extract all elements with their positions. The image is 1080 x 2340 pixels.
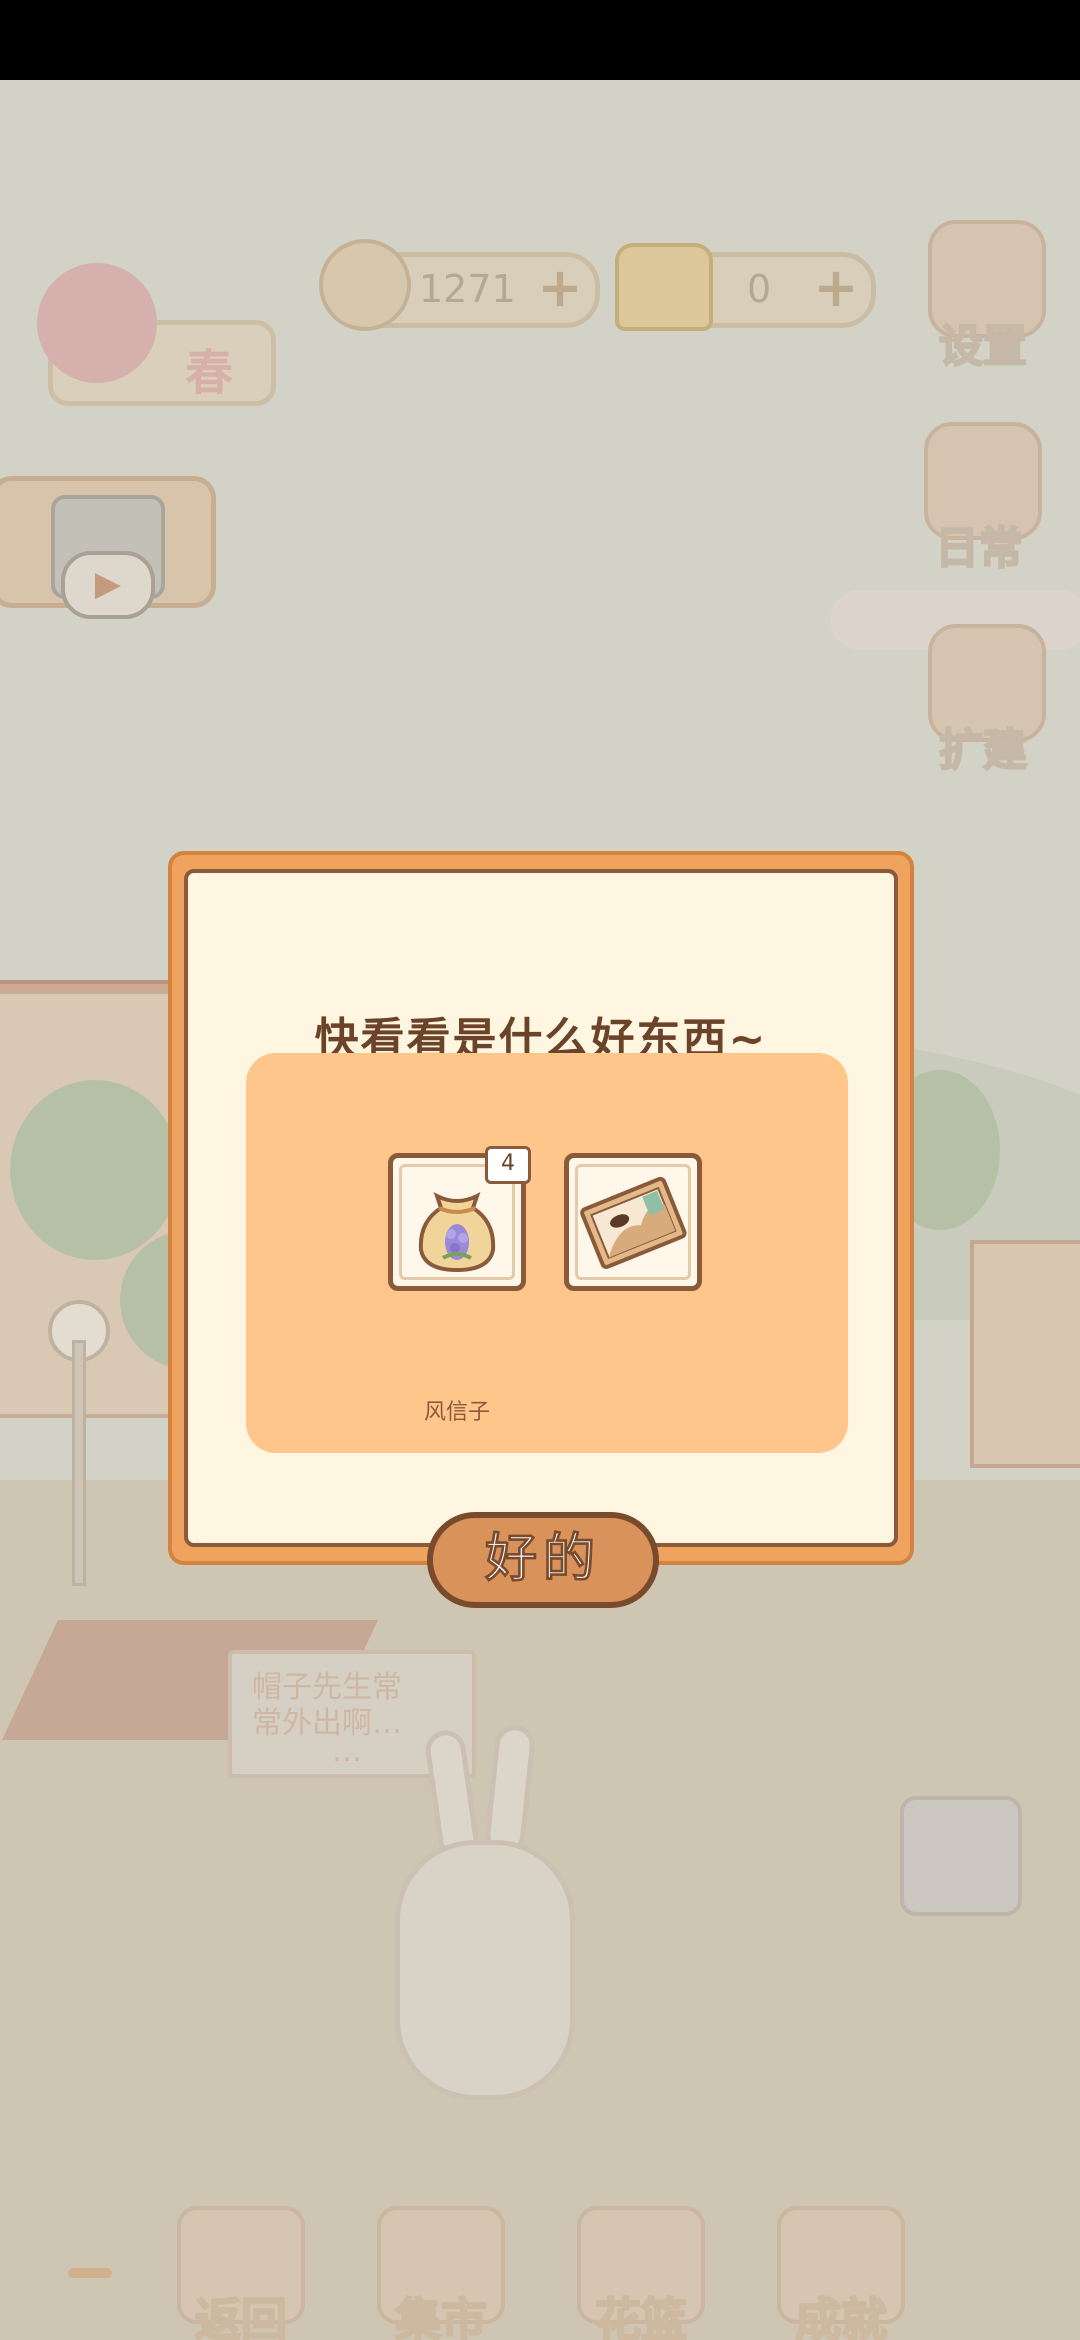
nav-market-label: 集市 [394, 2292, 488, 2340]
expand-button[interactable]: 扩建 [928, 624, 1046, 778]
nav-back[interactable]: 返回 [176, 2206, 306, 2340]
house-right [970, 1240, 1080, 1468]
play-icon: ▶ [61, 551, 155, 619]
cheese-currency: 0 + [615, 243, 876, 331]
blossom-tree-icon [37, 263, 157, 383]
settings-label: 设置 [938, 320, 1028, 373]
season-label: 春 [185, 345, 234, 401]
item-count-badge: 4 [485, 1146, 531, 1184]
season-indicator[interactable]: 春 [37, 263, 276, 406]
bag-video-button[interactable]: ▶ [0, 476, 216, 619]
reward-dialog: 快看看是什么好东西~ 4 风信子 [168, 851, 914, 1565]
reward-item-hyacinth[interactable]: 4 风信子 [388, 1146, 531, 1425]
ok-button[interactable]: 好的 [427, 1512, 659, 1608]
nav-achievement[interactable]: 成就 [776, 2206, 906, 2340]
expand-label: 扩建 [938, 724, 1028, 777]
street-lamp-pole [72, 1340, 86, 1586]
daily-label: 日常 [934, 522, 1024, 575]
speech-line: … [332, 1734, 362, 1769]
status-bar [0, 0, 1080, 80]
reward-item-picture[interactable] [564, 1153, 702, 1291]
bunny-character[interactable] [395, 1840, 575, 2100]
fish-count: 1271 [419, 267, 516, 311]
nav-collapse-handle[interactable] [68, 2268, 112, 2278]
settings-button[interactable]: 设置 [928, 220, 1046, 374]
nav-market[interactable]: 集市 [376, 2206, 506, 2340]
mountain-map-button[interactable] [900, 1796, 1022, 1916]
nav-basket[interactable]: 花篮 [576, 2206, 706, 2340]
picture-card-icon [580, 1176, 687, 1269]
reward-items-panel: 4 风信子 [246, 1053, 848, 1453]
nav-achievement-label: 成就 [794, 2292, 888, 2340]
tree [10, 1080, 180, 1260]
daily-button[interactable]: 日常 [924, 422, 1042, 576]
speech-line: 常外出啊… [252, 1706, 402, 1741]
nav-basket-label: 花篮 [594, 2292, 688, 2340]
item-label: 风信子 [423, 1400, 490, 1425]
reward-dialog-body: 快看看是什么好东西~ 4 风信子 [184, 869, 898, 1547]
fish-currency: 1271 + [319, 239, 600, 331]
cheese-icon [615, 243, 713, 331]
fish-bone-icon [319, 239, 411, 331]
add-fish-button[interactable]: + [535, 261, 585, 315]
add-cheese-button[interactable]: + [811, 261, 861, 315]
cheese-count: 0 [747, 267, 772, 311]
nav-back-label: 返回 [194, 2292, 288, 2340]
